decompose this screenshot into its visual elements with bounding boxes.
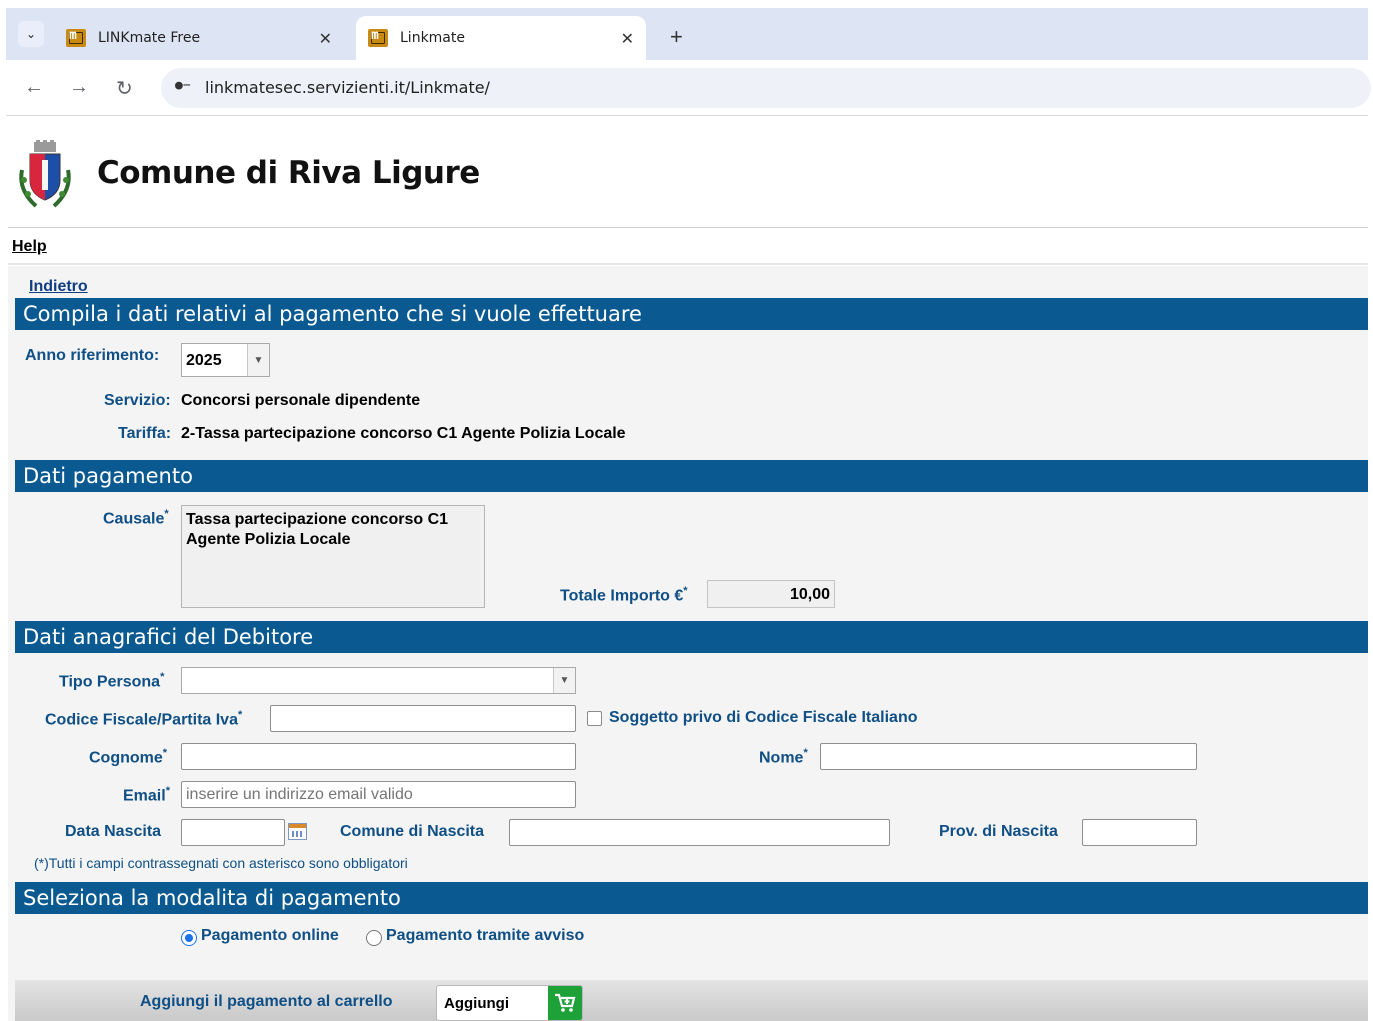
shopping-cart-icon [548, 986, 582, 1020]
causale-label: Causale* [103, 508, 169, 528]
browser-tab-bar: ⌄ LINKmate Free ✕ Linkmate ✕ + [6, 8, 1368, 60]
tariffa-label: Tariffa: [118, 425, 172, 442]
causale-line: Tassa partecipazione concorso C1 [186, 511, 449, 528]
nome-input[interactable] [820, 743, 1197, 770]
address-toolbar: ← → ↻ ●− linkmatesec.servizienti.it/Link… [6, 60, 1371, 116]
divider [8, 227, 1368, 228]
tab-title: LINKmate Free [98, 30, 201, 46]
pagamento-online-radio[interactable] [181, 930, 197, 946]
address-bar[interactable]: ●− linkmatesec.servizienti.it/Linkmate/ [161, 68, 1371, 108]
municipality-crest-icon [19, 140, 71, 208]
required-fields-note: (*)Tutti i campi contrassegnati con aste… [34, 855, 408, 871]
comune-nascita-label: Comune di Nascita [340, 823, 485, 840]
linkmate-favicon-icon [66, 28, 86, 47]
forward-arrow-icon[interactable]: → [69, 76, 89, 99]
tab-title: Linkmate [400, 30, 465, 46]
divider [8, 263, 1368, 265]
no-codice-fiscale-label: Soggetto privo di Codice Fiscale Italian… [609, 709, 918, 726]
causale-line: Agente Polizia Locale [186, 531, 351, 548]
aggiungi-button-label: Aggiungi [444, 995, 509, 1012]
reload-icon[interactable]: ↻ [116, 76, 133, 101]
servizio-value: Concorsi personale dipendente [181, 392, 421, 409]
aggiungi-carrello-label: Aggiungi il pagamento al carrello [140, 993, 393, 1010]
codice-fiscale-label: Codice Fiscale/Partita Iva* [45, 709, 243, 729]
anno-riferimento-value: 2025 [186, 352, 222, 369]
section-header-payment-info: Compila i dati relativi al pagamento che… [15, 298, 1368, 330]
prov-nascita-input[interactable] [1082, 819, 1197, 846]
no-codice-fiscale-checkbox[interactable] [587, 711, 602, 726]
chevron-down-icon: ▼ [553, 668, 575, 693]
anno-riferimento-label: Anno riferimento: [25, 347, 160, 364]
servizio-label: Servizio: [104, 392, 171, 409]
calendar-icon[interactable] [288, 823, 307, 840]
tab-close-icon[interactable]: ✕ [319, 29, 332, 48]
help-link[interactable]: Help [12, 238, 47, 256]
pagamento-avviso-label[interactable]: Pagamento tramite avviso [386, 927, 584, 945]
new-tab-plus-icon[interactable]: + [670, 24, 683, 50]
prov-nascita-label: Prov. di Nascita [939, 823, 1058, 840]
site-settings-icon[interactable]: ●− [175, 78, 197, 98]
tipo-persona-label: Tipo Persona* [59, 671, 165, 691]
page-title: Comune di Riva Ligure [97, 155, 480, 191]
pagamento-avviso-radio[interactable] [366, 930, 382, 946]
browser-tab-linkmate[interactable]: Linkmate ✕ [356, 16, 646, 60]
codice-fiscale-input[interactable] [270, 705, 576, 732]
email-input[interactable] [181, 781, 576, 808]
tab-close-icon[interactable]: ✕ [621, 29, 634, 48]
cognome-input[interactable] [181, 743, 576, 770]
browser-tab-linkmate-free[interactable]: LINKmate Free ✕ [54, 16, 344, 60]
data-nascita-input[interactable] [181, 819, 285, 846]
back-link[interactable]: Indietro [29, 278, 88, 296]
section-header-dati-pagamento: Dati pagamento [15, 460, 1368, 492]
anno-riferimento-select[interactable]: 2025 ▼ [181, 343, 270, 377]
pagamento-online-label[interactable]: Pagamento online [201, 927, 339, 945]
nome-label: Nome* [759, 747, 808, 767]
data-nascita-label: Data Nascita [65, 823, 162, 840]
url-text: linkmatesec.servizienti.it/Linkmate/ [205, 78, 490, 97]
aggiungi-button[interactable]: Aggiungi [436, 985, 583, 1021]
cognome-label: Cognome* [89, 747, 168, 767]
totale-importo-label: Totale Importo €* [560, 585, 688, 605]
comune-nascita-input[interactable] [509, 819, 890, 846]
totale-importo-field: 10,00 [707, 580, 835, 608]
section-header-modalita: Seleziona la modalita di pagamento [15, 882, 1368, 914]
tipo-persona-select[interactable]: ▼ [181, 667, 576, 694]
chevron-down-icon: ▼ [247, 344, 269, 376]
tariffa-value: 2-Tassa partecipazione concorso C1 Agent… [181, 425, 626, 442]
section-header-dati-debitore: Dati anagrafici del Debitore [15, 621, 1368, 653]
back-arrow-icon[interactable]: ← [24, 76, 44, 99]
tab-search-chevron-icon[interactable]: ⌄ [18, 21, 44, 47]
linkmate-favicon-icon [368, 28, 388, 47]
causale-textarea[interactable]: Tassa partecipazione concorso C1 Agente … [181, 505, 485, 608]
email-label: Email* [123, 785, 170, 805]
